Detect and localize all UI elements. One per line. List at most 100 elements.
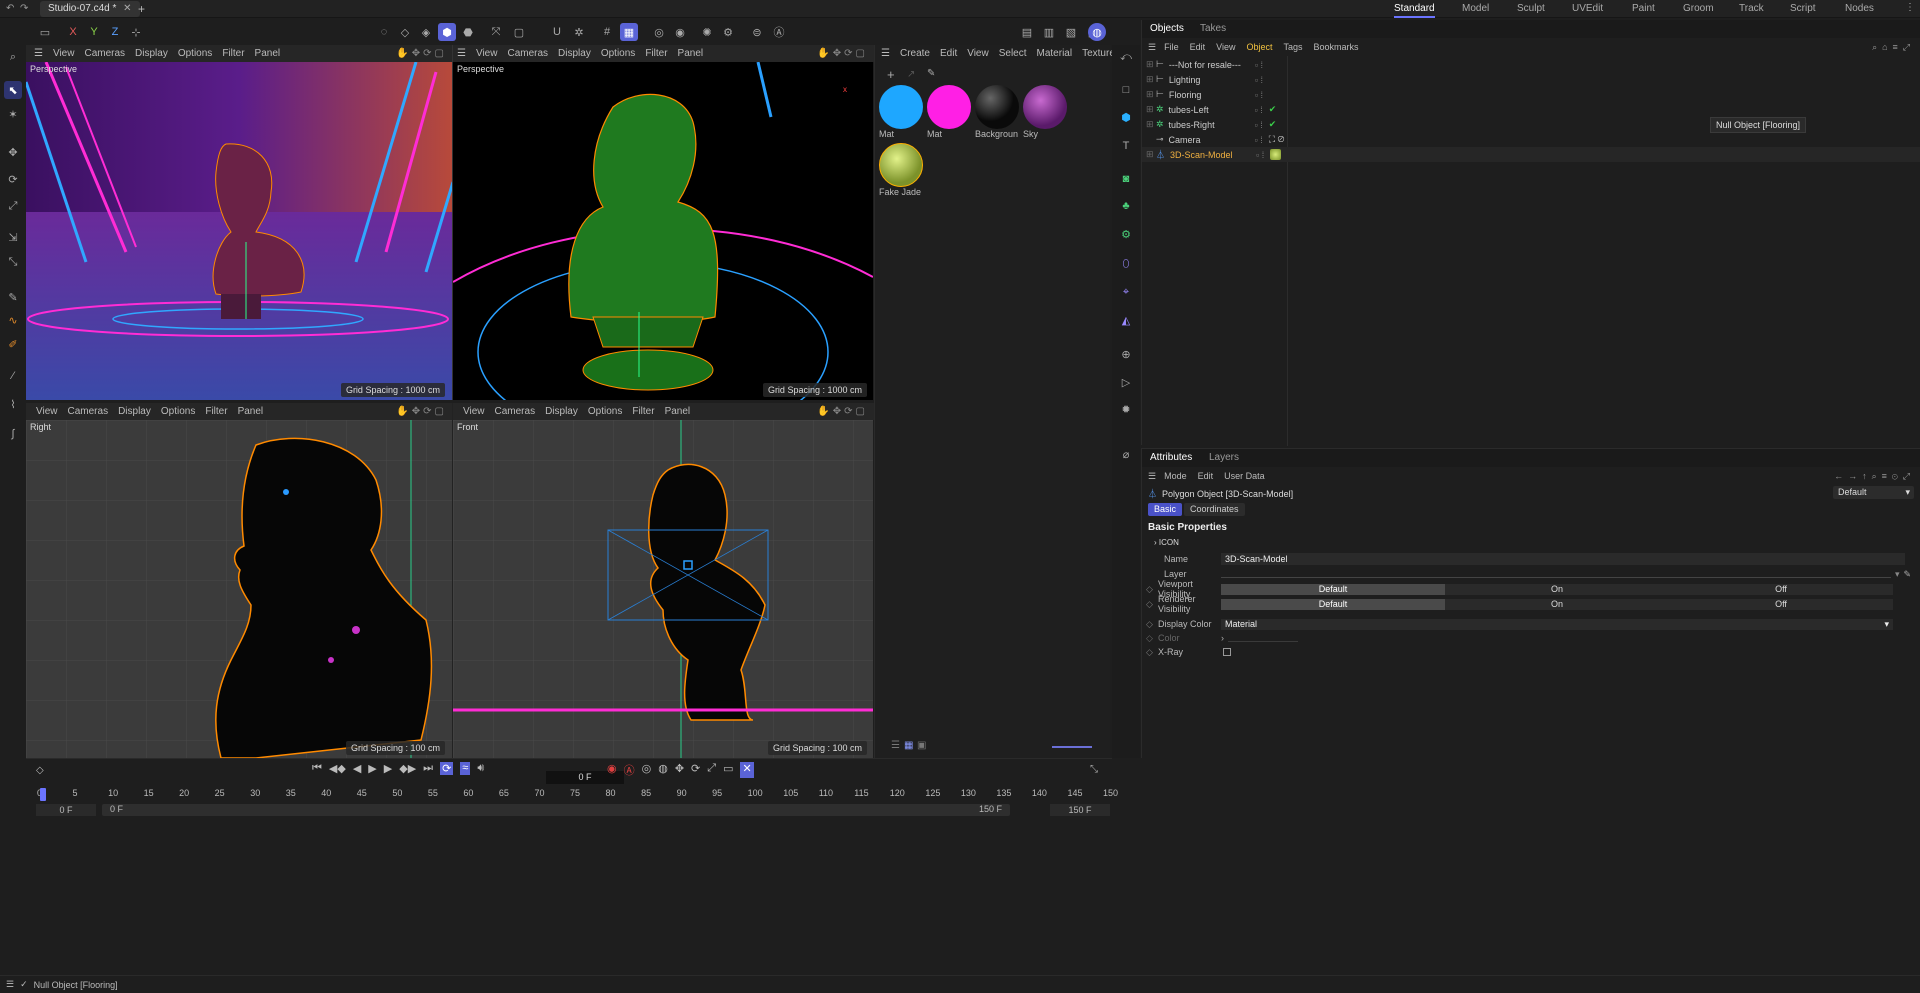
menu-view[interactable]: View xyxy=(967,48,989,59)
key-lock-icon[interactable]: ◍ xyxy=(658,762,668,778)
menu-view[interactable]: View xyxy=(463,406,485,417)
menu-view[interactable]: View xyxy=(53,48,75,59)
visibility-toggle-icon[interactable]: ▫ ⁞ xyxy=(1255,135,1263,145)
transform-icon[interactable]: ⤡ xyxy=(4,253,22,271)
material-item[interactable]: Mat xyxy=(879,85,925,139)
menu-user-data[interactable]: User Data xyxy=(1224,471,1265,481)
menu-texture[interactable]: Texture xyxy=(1082,48,1115,59)
key-pla-icon[interactable]: ✕ xyxy=(740,762,754,778)
menu-file[interactable]: File xyxy=(1164,42,1179,52)
material-item[interactable]: Sky xyxy=(1023,85,1069,139)
menu-options[interactable]: Options xyxy=(601,48,635,59)
key-rot-icon[interactable]: ⟳ xyxy=(691,762,700,778)
viewport-front[interactable]: View Cameras Display Options Filter Pane… xyxy=(452,403,874,758)
menu-panel[interactable]: Panel xyxy=(678,48,704,59)
key-scale-icon[interactable]: ⤢ xyxy=(707,762,716,778)
protection-tag-icon[interactable]: ⛶ ⊘ xyxy=(1269,134,1285,145)
workspace-nodes[interactable]: Nodes xyxy=(1845,0,1874,18)
thumbnail-size-slider[interactable] xyxy=(1052,746,1092,748)
menu-display[interactable]: Display xyxy=(118,406,151,417)
go-to-end-icon[interactable]: ⏭ xyxy=(423,762,433,775)
menu-cameras[interactable]: Cameras xyxy=(68,406,109,417)
menu-mode[interactable]: Mode xyxy=(1164,471,1187,481)
material-item[interactable]: Fake Jade xyxy=(879,143,925,197)
chevron-right-icon[interactable]: › xyxy=(1221,633,1224,643)
hamburger-icon[interactable]: ☰ xyxy=(1148,471,1156,482)
tab-objects[interactable]: Objects xyxy=(1150,23,1184,34)
loop-icon[interactable]: ⟳ xyxy=(440,762,454,775)
name-field[interactable]: 3D-Scan-Model xyxy=(1221,553,1905,565)
keyframe-icon[interactable]: ◇ xyxy=(1142,647,1156,658)
pick-icon[interactable]: ✎ xyxy=(1904,569,1912,580)
key-selection-icon[interactable]: ◎ xyxy=(642,762,652,778)
pen-disabled-icon[interactable]: ⌀ xyxy=(1117,445,1135,463)
auto-keying-icon[interactable]: Ⓐ xyxy=(770,23,788,41)
grid-icon[interactable]: # xyxy=(598,23,616,41)
visibility-toggle-icon[interactable]: ▫ ⁞ xyxy=(1256,150,1264,160)
key-pos-icon[interactable]: ✥ xyxy=(675,762,684,778)
workspace-script[interactable]: Script xyxy=(1790,0,1816,18)
interactive-render-icon[interactable]: ◍ xyxy=(1088,23,1106,41)
keyframe-icon[interactable]: ◇ xyxy=(1142,599,1156,610)
render-active-icon[interactable]: ▥ xyxy=(1040,23,1058,41)
workspace-track[interactable]: Track xyxy=(1739,0,1764,18)
material-tag-icon[interactable] xyxy=(1270,149,1282,160)
menu-panel[interactable]: Panel xyxy=(665,406,691,417)
menu-options[interactable]: Options xyxy=(588,406,622,417)
menu-view[interactable]: View xyxy=(476,48,498,59)
workspace-paint[interactable]: Paint xyxy=(1632,0,1655,18)
viewport-nav-icons[interactable]: ✋✥⟳▢ xyxy=(396,48,447,59)
menu-select[interactable]: Select xyxy=(999,48,1027,59)
menu-filter[interactable]: Filter xyxy=(222,48,244,59)
hamburger-icon[interactable]: ☰ xyxy=(34,48,43,59)
magnet-tool-icon[interactable]: ∫ xyxy=(4,425,22,443)
y-axis-icon[interactable]: Y xyxy=(85,23,103,41)
menu-panel[interactable]: Panel xyxy=(238,406,264,417)
hamburger-icon[interactable]: ☰ xyxy=(457,48,466,59)
menu-display[interactable]: Display xyxy=(135,48,168,59)
redo-icon[interactable]: ↷ xyxy=(20,3,28,14)
large-view-icon[interactable]: ▣ xyxy=(917,740,926,751)
texture-mode-icon[interactable]: ⬣ xyxy=(459,23,477,41)
check-tag-icon[interactable]: ✔ xyxy=(1269,104,1277,115)
render-queue-icon[interactable]: ✺ xyxy=(698,23,716,41)
render-picture-icon[interactable]: ▧ xyxy=(1062,23,1080,41)
object-row-selected[interactable]: ⊞ ⏃ 3D-Scan-Model ▫ ⁞ xyxy=(1142,147,1920,162)
play-icon[interactable]: ▶ xyxy=(368,762,376,775)
material-item[interactable]: Mat xyxy=(927,85,973,139)
menu-edit[interactable]: Edit xyxy=(940,48,957,59)
spline-icon[interactable]: ∿ xyxy=(4,311,22,329)
render-region-icon[interactable]: ◎ xyxy=(650,23,668,41)
objects-tool-icons[interactable]: ⌕⌂≡⤢ xyxy=(1872,42,1915,53)
menu-cameras[interactable]: Cameras xyxy=(507,48,548,59)
subtab-coordinates[interactable]: Coordinates xyxy=(1184,503,1245,516)
menu-view[interactable]: View xyxy=(36,406,58,417)
next-key-icon[interactable]: ◆▶ xyxy=(399,762,416,775)
list-view-icon[interactable]: ☰ xyxy=(891,740,900,751)
visibility-toggle-icon[interactable]: ▫ ⁞ xyxy=(1255,75,1263,85)
clapper-icon[interactable]: ▤ xyxy=(1018,23,1036,41)
live-selection-icon[interactable]: ⇲ xyxy=(4,228,22,246)
coordinate-system-icon[interactable]: ⊹ xyxy=(127,23,145,41)
prev-key-icon[interactable]: ◀◆ xyxy=(329,762,346,775)
viewport-nav-icons[interactable]: ✋✥⟳▢ xyxy=(817,406,868,417)
scale-icon[interactable]: ⤢ xyxy=(4,197,22,215)
display-color-dropdown[interactable]: Material ▾ xyxy=(1221,618,1893,630)
document-tab[interactable]: Studio-07.c4d * ✕ xyxy=(40,1,140,17)
layer-dropdown-icon[interactable]: ▾ xyxy=(1895,569,1900,580)
keyframe-icon[interactable]: ◇ xyxy=(1142,633,1156,644)
rotate-icon[interactable]: ⟳ xyxy=(4,170,22,188)
key-param-icon[interactable]: ▭ xyxy=(723,762,733,778)
symmetry-icon[interactable]: ⊜ xyxy=(748,23,766,41)
menu-filter[interactable]: Filter xyxy=(205,406,227,417)
workspace-groom[interactable]: Groom xyxy=(1683,0,1714,18)
timeline-expand-icon[interactable]: ⤡ xyxy=(1090,764,1098,775)
menu-bookmarks[interactable]: Bookmarks xyxy=(1314,42,1359,52)
menu-create[interactable]: Create xyxy=(900,48,930,59)
edges-mode-icon[interactable]: ◇ xyxy=(396,23,414,41)
environment-icon[interactable]: ⊕ xyxy=(1117,345,1135,363)
icon-group[interactable]: › ICON xyxy=(1154,538,1179,547)
visibility-toggle-icon[interactable]: ▫ ⁞ xyxy=(1255,60,1263,70)
null-object-icon[interactable]: □ xyxy=(1117,81,1135,99)
camera-icon[interactable]: ▷ xyxy=(1117,373,1135,391)
